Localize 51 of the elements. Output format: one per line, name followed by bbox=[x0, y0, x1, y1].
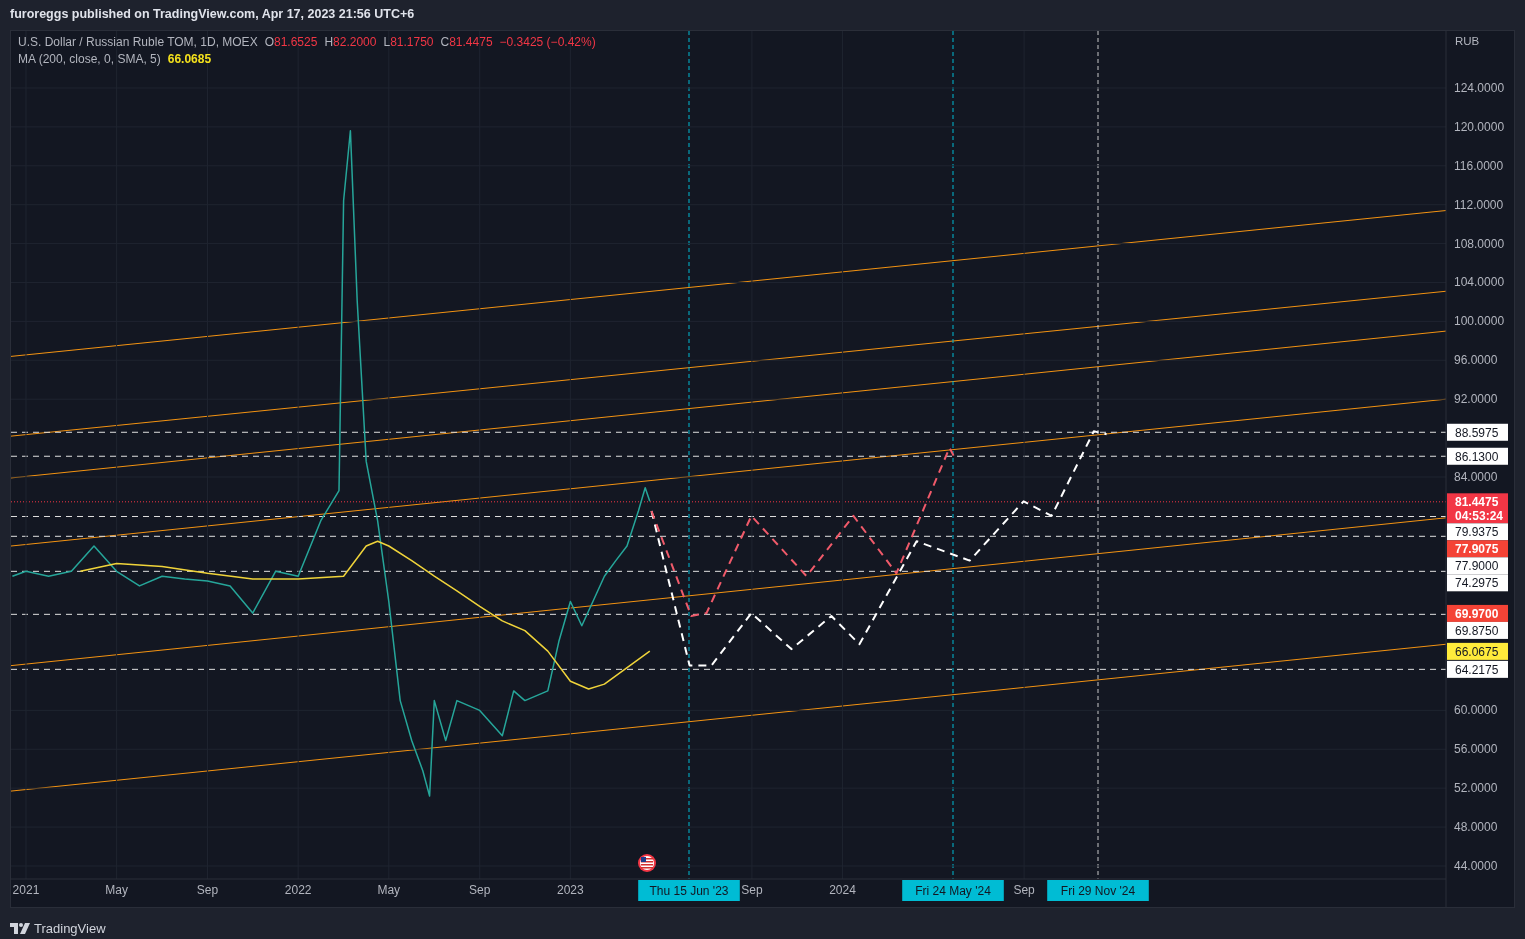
price-label-badge: 77.9075 bbox=[1447, 540, 1508, 558]
date-tick-label: Sep bbox=[741, 883, 763, 897]
price-tick-label: 100.0000 bbox=[1454, 314, 1505, 329]
flag-icon bbox=[638, 854, 656, 872]
ohlc-value: O81.6525 bbox=[264, 35, 318, 49]
price-tick-label: 44.0000 bbox=[1454, 858, 1498, 873]
date-marker-badge: Fri 24 May '24 bbox=[902, 880, 1004, 901]
price-label-badge: 79.9375 bbox=[1447, 523, 1508, 541]
date-tick-label: 2021 bbox=[12, 883, 40, 897]
brand-name: TradingView bbox=[34, 921, 106, 936]
price-tick-label: 120.0000 bbox=[1454, 119, 1505, 134]
date-marker-badge: Thu 15 Jun '23 bbox=[638, 880, 740, 901]
price-tick-label: 48.0000 bbox=[1454, 820, 1498, 835]
last-price-badge: 81.4475 04:53:24 bbox=[1447, 493, 1508, 524]
price-tick-label: 52.0000 bbox=[1454, 781, 1498, 796]
date-tick-label: Sep bbox=[196, 883, 219, 897]
date-marker-badge: Fri 29 Nov '24 bbox=[1047, 880, 1149, 901]
price-tick-label: 124.0000 bbox=[1454, 81, 1505, 95]
price-tick-label: 60.0000 bbox=[1454, 703, 1498, 718]
price-tick-label: 96.0000 bbox=[1454, 353, 1498, 368]
date-tick-label: May bbox=[377, 883, 401, 897]
symbol-title: U.S. Dollar / Russian Ruble TOM, 1D, MOEX bbox=[18, 35, 258, 49]
price-label-badge: 69.9700 bbox=[1447, 604, 1508, 622]
date-tick-label: May bbox=[105, 883, 128, 897]
price-change: −0.3425 (−0.42%) bbox=[499, 35, 596, 49]
date-tick-label: 2024 bbox=[829, 883, 856, 897]
price-tick-label: 112.0000 bbox=[1454, 197, 1504, 212]
indicator-title: MA (200, close, 0, SMA, 5) bbox=[18, 52, 161, 66]
currency-label: RUB bbox=[1455, 35, 1480, 47]
price-tick-label: 56.0000 bbox=[1454, 742, 1498, 757]
price-tick-label: 108.0000 bbox=[1454, 236, 1505, 251]
date-tick-label: Sep bbox=[469, 883, 491, 897]
price-label-badge: 77.9000 bbox=[1447, 557, 1508, 575]
price-tick-label: 116.0000 bbox=[1454, 158, 1504, 173]
price-tick-label: 84.0000 bbox=[1454, 470, 1498, 484]
price-label-badge: 66.0675 bbox=[1447, 642, 1508, 660]
date-tick-label: 2022 bbox=[284, 883, 312, 897]
indicator-value: 66.0685 bbox=[167, 52, 212, 66]
price-tick-label: 104.0000 bbox=[1454, 275, 1505, 290]
price-label-badge: 86.1300 bbox=[1447, 447, 1508, 465]
price-label-badge: 74.2975 bbox=[1447, 574, 1508, 592]
publish-info: furoreggs published on TradingView.com, Apr 17, 2023 21:56 UTC+6 bbox=[10, 7, 415, 21]
ohlc-value: H82.2000 bbox=[324, 35, 377, 49]
ohlc-value: C81.4475 bbox=[440, 35, 493, 49]
price-label-badge: 64.2175 bbox=[1447, 660, 1508, 678]
date-tick-label: Sep bbox=[1013, 883, 1035, 897]
price-label-badge: 88.5975 bbox=[1447, 423, 1508, 441]
date-tick-label: 2023 bbox=[557, 883, 584, 897]
price-tick-label: 92.0000 bbox=[1454, 392, 1498, 407]
logo-icon bbox=[10, 923, 30, 934]
ohlc-value: L81.1750 bbox=[383, 35, 434, 49]
